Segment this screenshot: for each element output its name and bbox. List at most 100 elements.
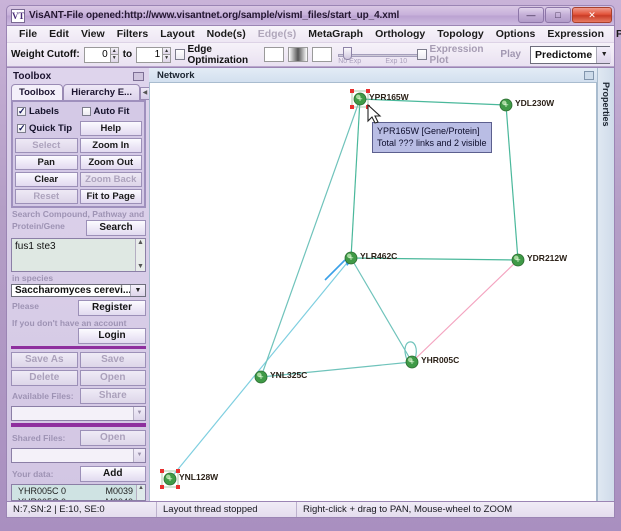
section-divider bbox=[11, 345, 146, 350]
search-input[interactable]: fus1 ste3 ▲ ▼ bbox=[11, 238, 146, 272]
play-button[interactable]: Play bbox=[495, 47, 526, 62]
your-data-list[interactable]: YHR005C 0 M0039 YHR005C 0 M0040 ▲ bbox=[11, 484, 146, 501]
list-item[interactable]: YHR005C 0 M0039 bbox=[12, 485, 145, 496]
chevron-down-icon[interactable]: ▼ bbox=[130, 284, 145, 296]
color-gradient-swatch[interactable] bbox=[287, 47, 308, 62]
tab-toolbox[interactable]: Toolbox bbox=[11, 84, 64, 100]
zoom-out-button[interactable]: Zoom Out bbox=[79, 155, 142, 170]
close-button[interactable]: ✕ bbox=[572, 7, 612, 23]
search-input-scrollbar[interactable]: ▲ ▼ bbox=[135, 239, 145, 271]
checkbox-checked-icon[interactable] bbox=[17, 123, 26, 134]
menu-edit[interactable]: Edit bbox=[43, 27, 75, 41]
checkbox-checked-icon[interactable] bbox=[17, 106, 26, 117]
data-list-scrollbar[interactable]: ▲ bbox=[136, 485, 145, 500]
menu-expression[interactable]: Expression bbox=[541, 27, 610, 41]
your-data-row: Your data: Add bbox=[11, 466, 146, 483]
please-label: Please bbox=[12, 300, 39, 311]
expression-plot-checkbox[interactable]: Expression Plot bbox=[417, 44, 491, 66]
color-swatch-high[interactable] bbox=[311, 47, 333, 62]
login-button[interactable]: Login bbox=[78, 327, 146, 344]
chevron-down-icon[interactable]: ▼ bbox=[133, 407, 145, 421]
minimize-button[interactable]: — bbox=[518, 7, 544, 23]
svg-text:+: + bbox=[348, 253, 353, 263]
search-input-value: fus1 ste3 bbox=[15, 241, 56, 252]
menu-orthology[interactable]: Orthology bbox=[369, 27, 431, 41]
shared-files-dropdown[interactable]: ▼ bbox=[11, 448, 146, 464]
chevron-down-icon[interactable]: ▼ bbox=[133, 449, 145, 463]
menu-layout[interactable]: Layout bbox=[154, 27, 200, 41]
weight-cutoff-min-spin-buttons[interactable]: ▲ ▼ bbox=[109, 46, 119, 63]
scroll-up-icon[interactable]: ▲ bbox=[136, 239, 145, 247]
pan-button[interactable]: Pan bbox=[15, 155, 78, 170]
scroll-down-icon[interactable]: ▼ bbox=[136, 263, 145, 271]
weight-cutoff-max-spin-buttons[interactable]: ▲ ▼ bbox=[162, 46, 172, 63]
auto-fit-label: Auto Fit bbox=[93, 106, 130, 117]
slider-max-label: Exp 10 bbox=[385, 57, 408, 65]
fit-to-page-button[interactable]: Fit to Page bbox=[79, 189, 142, 204]
expression-slider[interactable]: No Exp Exp 10 bbox=[336, 45, 423, 65]
available-files-dropdown[interactable]: ▼ bbox=[11, 406, 146, 422]
dataset-dropdown[interactable]: Predictome ▼ bbox=[530, 45, 612, 64]
spin-up-icon[interactable]: ▲ bbox=[109, 46, 119, 54]
spin-down-icon[interactable]: ▼ bbox=[162, 54, 172, 63]
weight-cutoff-max-input[interactable] bbox=[136, 46, 163, 63]
node-label[interactable]: YDR212W bbox=[527, 253, 567, 263]
maximize-button[interactable]: □ bbox=[545, 7, 571, 23]
edge-optimization-checkbox[interactable]: Edge Optimization bbox=[175, 44, 259, 66]
menu-plugins[interactable]: Plugins bbox=[610, 27, 621, 41]
auto-fit-checkbox[interactable]: Auto Fit bbox=[80, 104, 143, 119]
weight-cutoff-max-stepper[interactable]: ▲ ▼ bbox=[136, 46, 172, 63]
node-label[interactable]: YNL128W bbox=[179, 472, 218, 482]
data-row-name: YHR005C 0 bbox=[18, 497, 66, 500]
checkbox-box-icon[interactable] bbox=[417, 49, 427, 60]
tool-bar: Weight Cutoff: ▲ ▼ to ▲ ▼ Edge Optimizat… bbox=[7, 43, 614, 67]
tab-hierarchy-explorer[interactable]: Hierarchy E... bbox=[63, 84, 140, 100]
search-hint-line2: Protein/Gene bbox=[12, 221, 65, 231]
chevron-down-icon[interactable]: ▼ bbox=[596, 46, 612, 63]
checkbox-box-icon[interactable] bbox=[175, 49, 185, 60]
menu-filters[interactable]: Filters bbox=[111, 27, 155, 41]
help-button[interactable]: Help bbox=[79, 121, 142, 136]
properties-tab-label: Properties bbox=[601, 82, 611, 127]
menu-topology[interactable]: Topology bbox=[431, 27, 489, 41]
species-dropdown[interactable]: Saccharomyces cerevi... ▼ bbox=[11, 283, 146, 297]
checkbox-box-icon[interactable] bbox=[81, 107, 91, 116]
menu-view[interactable]: View bbox=[75, 27, 111, 41]
properties-tab-strip[interactable]: Properties bbox=[597, 68, 614, 501]
list-item[interactable]: YHR005C 0 M0040 bbox=[12, 496, 145, 500]
toolbox-panel-title: Toolbox bbox=[13, 71, 52, 82]
login-row: If you don't have an account bbox=[11, 317, 146, 328]
species-label: in species bbox=[12, 272, 54, 283]
application-window: VT VisANT-File opened:http://www.visantn… bbox=[0, 0, 621, 531]
clear-button[interactable]: Clear bbox=[15, 172, 78, 187]
zoom-in-button[interactable]: Zoom In bbox=[79, 138, 142, 153]
status-hint: Right-click + drag to PAN, Mouse-wheel t… bbox=[303, 504, 513, 515]
network-panel-title: Network bbox=[157, 69, 195, 81]
search-button[interactable]: Search bbox=[86, 220, 146, 236]
menu-metagraph[interactable]: MetaGraph bbox=[302, 27, 369, 41]
shared-files-row: Shared Files: Open bbox=[11, 430, 146, 447]
node-label[interactable]: YLR462C bbox=[360, 251, 397, 261]
labels-checkbox[interactable]: Labels bbox=[15, 104, 78, 119]
open-button: Open bbox=[79, 370, 146, 387]
panel-collapse-icon[interactable] bbox=[133, 72, 144, 81]
network-canvas[interactable]: + + + + + + + YPR165W YDL230W YLR462C YDR212W YHR0… bbox=[149, 83, 597, 501]
menu-nodes[interactable]: Node(s) bbox=[201, 27, 252, 41]
spin-up-icon[interactable]: ▲ bbox=[162, 46, 172, 54]
quick-tip-checkbox[interactable]: Quick Tip bbox=[15, 121, 78, 136]
menu-options[interactable]: Options bbox=[490, 27, 542, 41]
register-button[interactable]: Register bbox=[78, 299, 146, 316]
menu-edges: Edge(s) bbox=[257, 28, 297, 40]
panel-collapse-icon[interactable] bbox=[584, 70, 594, 80]
node-label[interactable]: YPR165W bbox=[369, 92, 409, 102]
node-label[interactable]: YDL230W bbox=[515, 98, 554, 108]
node-label[interactable]: YHR005C bbox=[421, 355, 459, 365]
spin-down-icon[interactable]: ▼ bbox=[109, 54, 119, 63]
weight-cutoff-min-input[interactable] bbox=[83, 46, 110, 63]
menu-file[interactable]: File bbox=[13, 27, 43, 41]
node-label[interactable]: YNL325C bbox=[270, 370, 307, 380]
weight-cutoff-min-stepper[interactable]: ▲ ▼ bbox=[83, 46, 119, 63]
color-swatch-low[interactable] bbox=[263, 47, 284, 62]
add-button[interactable]: Add bbox=[79, 466, 146, 483]
dataset-value: Predictome bbox=[535, 48, 593, 61]
